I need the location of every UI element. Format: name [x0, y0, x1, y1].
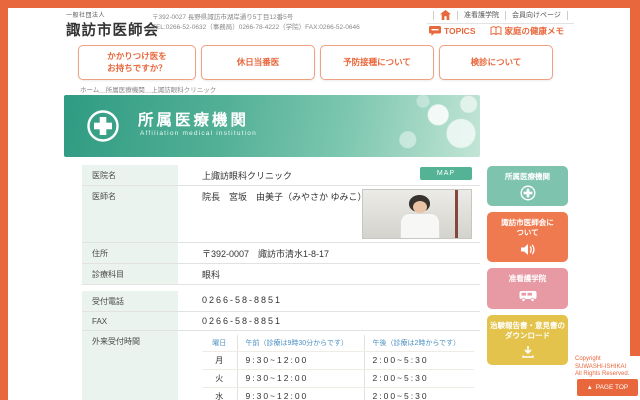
main-nav: かかりつけ医を お持ちですか？ 休日当番医 予防接種について 検診について	[78, 45, 553, 80]
topics-link[interactable]: TOPICS	[429, 26, 476, 36]
page-subtitle: Affiliation medical institution	[140, 130, 257, 137]
sidebar-item-about-association[interactable]: 諏訪市医師会に ついて	[487, 212, 568, 263]
page-title: 所属医療機関	[138, 112, 250, 129]
divider	[566, 10, 568, 20]
table-row: FAX 0266-58-8851	[82, 311, 480, 331]
doctor-photo	[362, 189, 472, 239]
sidebar-item-documents-download[interactable]: 治験報告書・意見書の ダウンロード	[487, 314, 568, 365]
bus-icon	[489, 288, 566, 304]
org-type-label: 一般社団法人	[66, 13, 106, 19]
sidebar-item-label: 治験報告書・意見書の ダウンロード	[490, 320, 565, 340]
am-time: 9:30~12:00	[245, 355, 309, 365]
breadcrumb[interactable]: ホーム＿所属医療機関＿上諏訪眼科クリニック	[80, 84, 216, 94]
fax-label: FAX	[82, 311, 178, 331]
table-row: 受付電話 0266-58-8851	[82, 291, 480, 312]
nav-screening-button[interactable]: 検診について	[439, 45, 553, 80]
table-row: 医師名 院長 宮坂 由美子（みやさか ゆみこ） 昭和51年卒	[82, 185, 480, 243]
nav-family-doctor-button[interactable]: かかりつけ医を お持ちですか？	[78, 45, 196, 80]
map-button[interactable]: MAP	[420, 167, 472, 180]
clinic-table-bottom: 受付電話 0266-58-8851 FAX 0266-58-8851 外来受付時…	[82, 291, 480, 400]
col-day-header: 曜日	[202, 335, 237, 352]
pm-time: 2:00~5:30	[372, 391, 429, 400]
schedule-row-wed: 水 9:30~12:00 2:00~5:30	[202, 387, 474, 400]
contact-line: TEL:0266-52-0632（事務局）0266-78-4222（学院）FAX…	[152, 24, 360, 32]
frame-left	[0, 0, 8, 400]
doctor-label: 医師名	[82, 185, 178, 243]
medical-cross-icon	[87, 110, 119, 142]
tel-label: 受付電話	[82, 291, 178, 312]
topics-label: TOPICS	[444, 26, 476, 36]
frame-right	[630, 0, 640, 356]
table-row: 外来受付時間 曜日 午前（診療は9時30分からです） 午後（診療は2時からです）…	[82, 330, 480, 400]
sidebar-item-label: 准看護学院	[508, 274, 547, 284]
header-topics-row: TOPICS 家庭の健康メモ	[429, 25, 564, 37]
frame-top	[0, 0, 640, 8]
schedule-header-row: 曜日 午前（診療は9時30分からです） 午後（診療は2時からです）	[202, 335, 474, 352]
org-name: 諏訪市医師会	[66, 23, 159, 39]
section-banner: 所属医療機関 Affiliation medical institution	[64, 95, 480, 157]
divider	[457, 10, 458, 20]
up-arrow-icon: ▲	[586, 384, 593, 391]
sidebar-item-nursing-school[interactable]: 准看護学院	[487, 268, 568, 309]
table-row: 診療科目 眼科	[82, 263, 480, 285]
health-memo-label: 家庭の健康メモ	[504, 26, 565, 36]
nav-holiday-duty-button[interactable]: 休日当番医	[201, 45, 315, 80]
am-time: 9:30~12:00	[245, 391, 309, 400]
clinic-table-top: 医院名 上諏訪眼科クリニック MAP 医師名 院長 宮坂 由美子（みやさか ゆみ…	[82, 165, 480, 285]
table-row: 医院名 上諏訪眼科クリニック MAP	[82, 165, 480, 186]
address-label: 住所	[82, 242, 178, 264]
divider	[433, 10, 434, 20]
pm-time: 2:00~5:30	[372, 355, 429, 365]
nav-vaccination-button[interactable]: 予防接種について	[320, 45, 434, 80]
department-label: 診療科目	[82, 263, 178, 285]
download-icon	[489, 344, 566, 360]
copyright: Copyright SUWASHI-ISHIKAI All Rights Res…	[575, 356, 630, 377]
hours-label: 外来受付時間	[82, 330, 178, 400]
page: 一般社団法人 諏訪市医師会 〒392-0027 長野県諏訪市湖岸通り5丁目12番…	[0, 0, 640, 400]
department-value: 眼科	[178, 263, 480, 285]
pm-time: 2:00~5:30	[372, 373, 429, 383]
divider	[505, 10, 506, 20]
memo-book-icon	[490, 26, 501, 36]
clinic-name-value: 上諏訪眼科クリニック	[202, 171, 293, 181]
clinic-info: 医院名 上諏訪眼科クリニック MAP 医師名 院長 宮坂 由美子（みやさか ゆみ…	[82, 165, 480, 400]
page-top-button[interactable]: ▲ PAGE TOP	[577, 379, 638, 396]
health-memo-link[interactable]: 家庭の健康メモ	[490, 25, 565, 37]
site-logo[interactable]: 一般社団法人 諏訪市医師会	[66, 10, 159, 40]
home-icon	[440, 10, 451, 20]
home-link[interactable]	[440, 10, 451, 20]
header-address: 〒392-0027 長野県諏訪市湖岸通り5丁目12番5号 TEL:0266-52…	[152, 13, 360, 34]
speaker-icon	[489, 241, 566, 257]
cross-circle-icon	[489, 185, 566, 201]
sidebar-item-label: 所属医療機関	[505, 172, 550, 181]
schedule-table: 曜日 午前（診療は9時30分からです） 午後（診療は2時からです） 月 9:30…	[202, 335, 474, 400]
table-row: 住所 〒392-0007 諏訪市清水1-8-17	[82, 242, 480, 264]
col-am-header: 午前（診療は9時30分からです）	[236, 335, 364, 352]
col-pm-header: 午後（診療は2時からです）	[363, 335, 474, 352]
fax-value: 0266-58-8851	[178, 311, 480, 331]
schedule-row-mon: 月 9:30~12:00 2:00~5:30	[202, 351, 474, 370]
am-time: 9:30~12:00	[245, 373, 309, 383]
header-utility-links: 准看護学院 会員向けページ	[427, 9, 574, 24]
nursing-school-link[interactable]: 准看護学院	[464, 10, 499, 20]
address-value: 〒392-0007 諏訪市清水1-8-17	[178, 242, 480, 264]
page-top-label: PAGE TOP	[595, 384, 629, 391]
sidebar-item-label: 諏訪市医師会に ついて	[501, 218, 554, 238]
sidebar: 所属医療機関 諏訪市医師会に ついて 准看護学院 治験報告書・意見書の ダウンロ…	[487, 166, 568, 365]
clinic-name-label: 医院名	[82, 165, 178, 186]
sidebar-item-affiliated-institutions[interactable]: 所属医療機関	[487, 166, 568, 207]
members-page-link[interactable]: 会員向けページ	[512, 10, 561, 20]
speech-bubble-icon	[429, 26, 441, 36]
address-line: 〒392-0027 長野県諏訪市湖岸通り5丁目12番5号	[152, 14, 294, 21]
tel-value: 0266-58-8851	[178, 291, 480, 312]
schedule-row-tue: 火 9:30~12:00 2:00~5:30	[202, 369, 474, 388]
